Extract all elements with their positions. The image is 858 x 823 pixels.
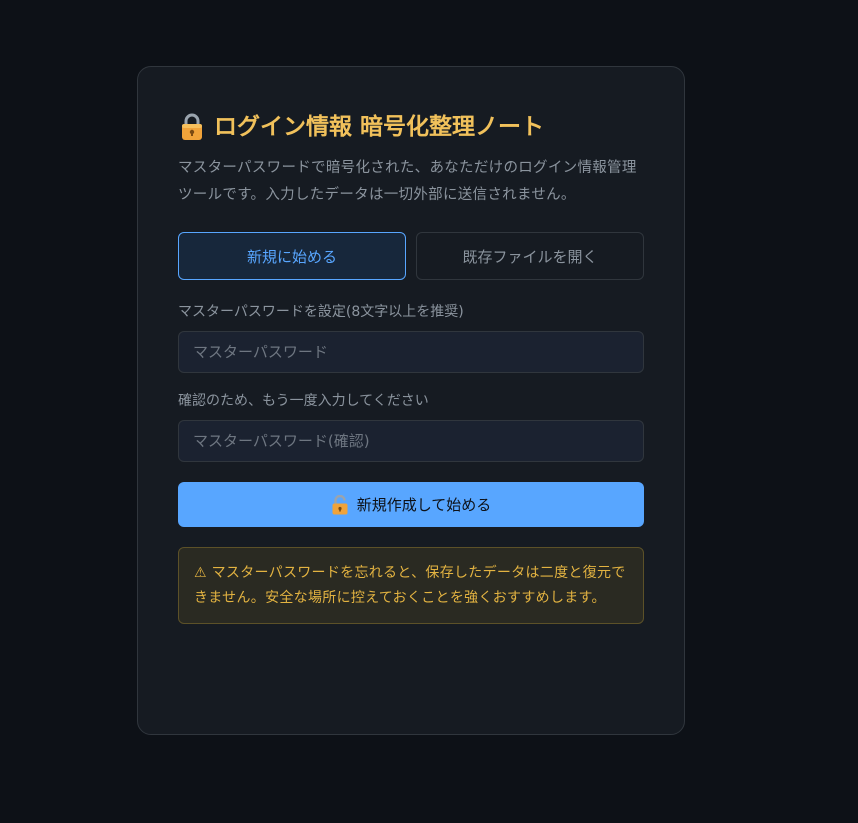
create-new-button[interactable]: 新規作成して始める	[178, 482, 644, 527]
master-password-label: マスターパスワードを設定(8文字以上を推奨)	[178, 304, 464, 320]
app-title-text: ログイン情報 暗号化整理ノート	[214, 113, 545, 140]
unlock-icon	[331, 494, 349, 515]
warning-notice: ⚠ マスターパスワードを忘れると、保存したデータは二度と復元できません。安全な場…	[178, 547, 644, 624]
new-start-tab[interactable]: 新規に始める	[178, 232, 406, 280]
lock-icon	[180, 113, 204, 141]
mode-tabs: 新規に始める 既存ファイルを開く	[178, 232, 644, 280]
create-new-button-label: 新規作成して始める	[356, 496, 492, 514]
master-password-input[interactable]	[178, 331, 644, 373]
setup-card: ログイン情報 暗号化整理ノート マスターパスワードで暗号化された、あなただけのロ…	[137, 66, 685, 735]
warning-text: ⚠ マスターパスワードを忘れると、保存したデータは二度と復元できません。安全な場…	[194, 565, 626, 606]
confirm-password-label: 確認のため、もう一度入力してください	[178, 393, 429, 409]
confirm-password-input[interactable]	[178, 420, 644, 462]
app-title: ログイン情報 暗号化整理ノート	[180, 111, 644, 143]
open-existing-file-tab[interactable]: 既存ファイルを開く	[416, 232, 644, 280]
app-description: マスターパスワードで暗号化された、あなただけのログイン情報管理ツールです。入力し…	[178, 160, 637, 203]
